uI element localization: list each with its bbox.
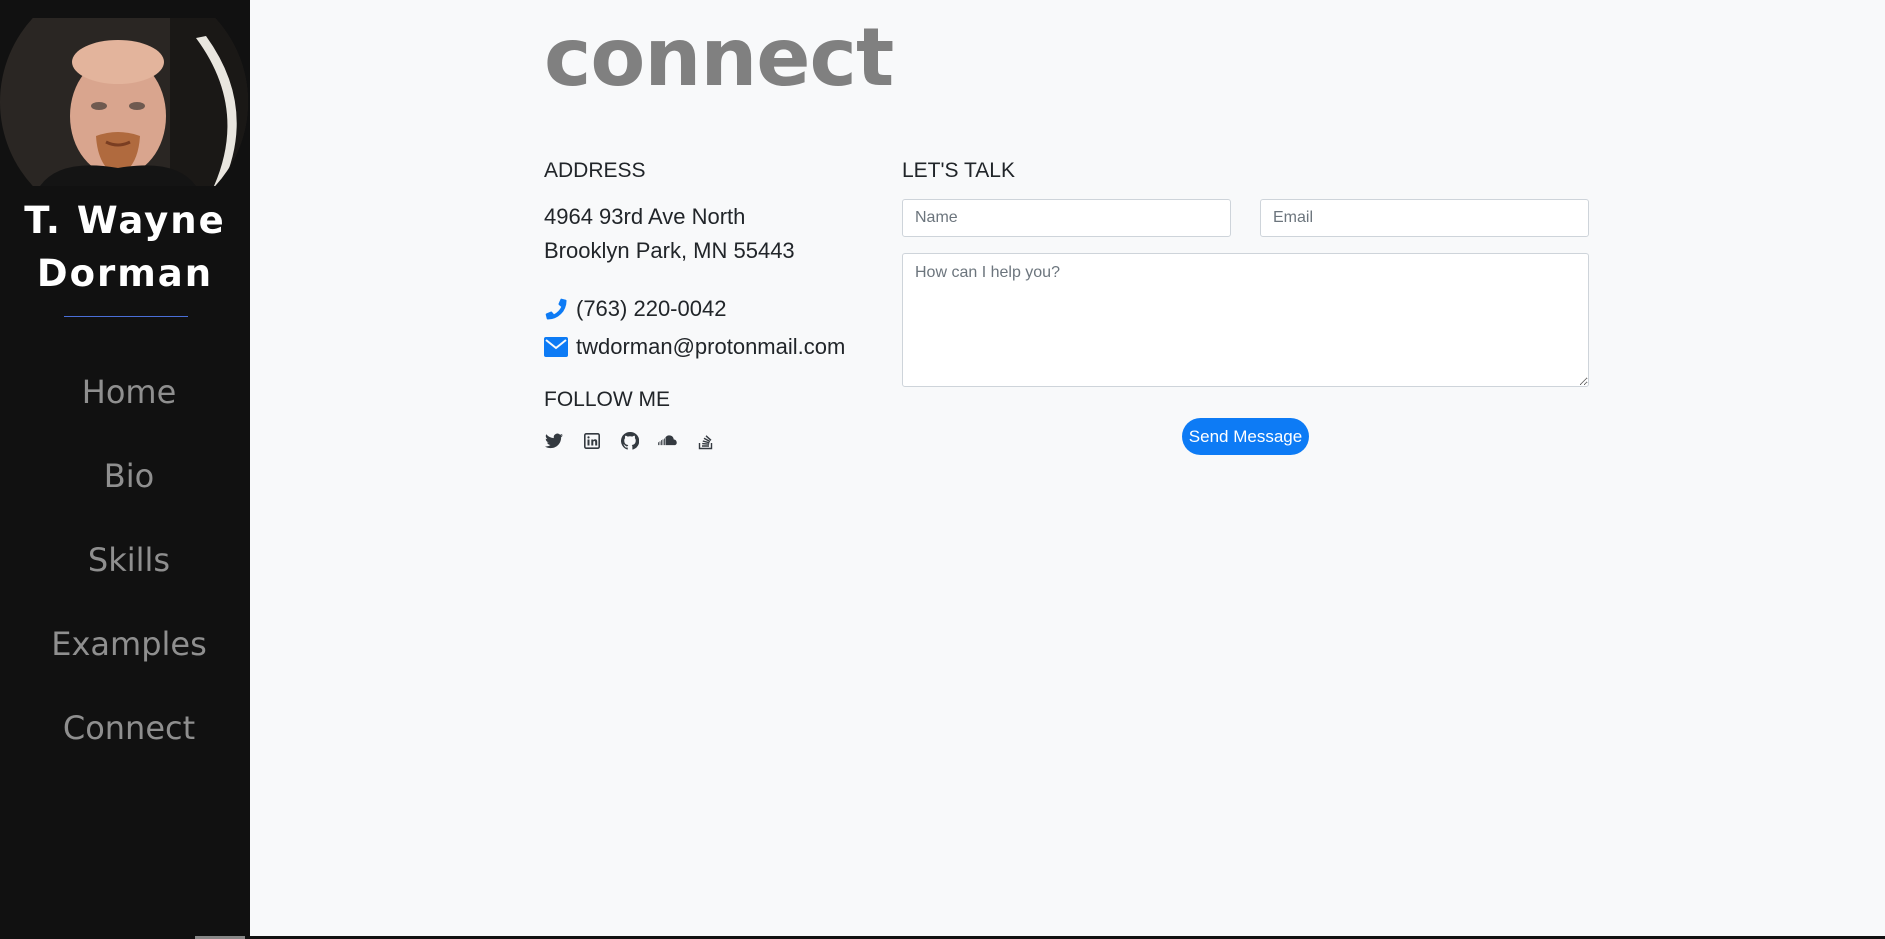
name-line-1: T. Wayne	[24, 199, 226, 242]
email-line: twdorman@protonmail.com	[544, 330, 845, 364]
twitter-icon[interactable]	[544, 429, 564, 453]
address-title: ADDRESS	[544, 159, 646, 182]
message-textarea[interactable]	[902, 253, 1589, 387]
envelope-icon	[544, 335, 568, 359]
phone-icon	[544, 297, 568, 321]
name-line-2: Dorman	[36, 252, 214, 295]
social-links	[544, 429, 734, 453]
address-line-2: Brooklyn Park, MN 55443	[544, 238, 795, 263]
stack-overflow-icon[interactable]	[696, 429, 716, 453]
form-title: LET'S TALK	[902, 159, 1015, 182]
site-owner-name: T. Wayne Dorman	[0, 194, 250, 300]
soundcloud-icon[interactable]	[658, 429, 678, 453]
nav-item-examples[interactable]: Examples	[0, 602, 258, 686]
nav-item-skills[interactable]: Skills	[0, 518, 258, 602]
nav-item-connect[interactable]: Connect	[0, 686, 258, 770]
avatar	[0, 18, 248, 186]
nav-item-bio[interactable]: Bio	[0, 434, 258, 518]
email-address[interactable]: twdorman@protonmail.com	[576, 330, 845, 364]
name-divider	[64, 316, 188, 317]
sidebar: T. Wayne Dorman Home Bio Skills Examples…	[0, 0, 250, 936]
linkedin-icon[interactable]	[582, 429, 602, 453]
send-message-button[interactable]: Send Message	[1182, 418, 1309, 455]
nav-item-home[interactable]: Home	[0, 350, 258, 434]
email-input[interactable]	[1260, 199, 1589, 237]
follow-title: FOLLOW ME	[544, 388, 671, 411]
phone-line: (763) 220-0042	[544, 292, 726, 326]
sidebar-nav: Home Bio Skills Examples Connect	[0, 350, 258, 770]
github-icon[interactable]	[620, 429, 640, 453]
page-title: connect	[544, 11, 894, 104]
address-line-1: 4964 93rd Ave North	[544, 204, 746, 229]
name-input[interactable]	[902, 199, 1231, 237]
phone-number: (763) 220-0042	[576, 296, 727, 321]
